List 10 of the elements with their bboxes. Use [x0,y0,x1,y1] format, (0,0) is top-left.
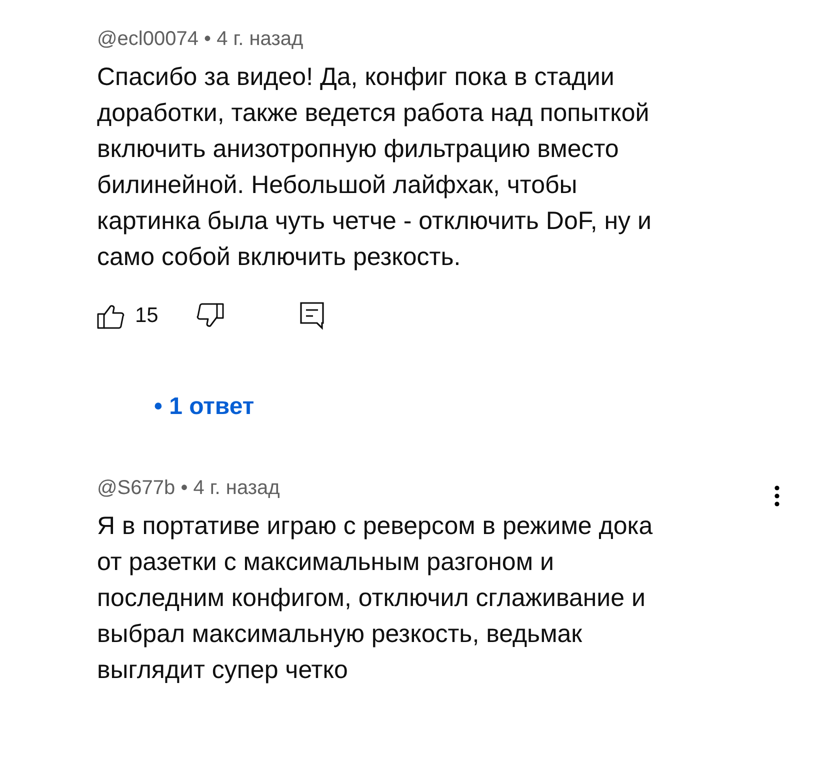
replies-link[interactable]: • 1 ответ [154,393,254,421]
thumbs-down-icon[interactable] [196,302,224,330]
comment-meta: @S677b • 4 г. назад [97,476,280,500]
thumbs-up-icon[interactable] [97,302,125,330]
reply-icon[interactable] [300,302,324,330]
comment-meta: @ecl00074 • 4 г. назад [97,28,304,50]
comment-text: Я в портативе играю с реверсом в режиме дока от разетки с максимальным разгоном и последним конфигом, отключил сглаживание и выбрал максимальную резкость, ведьмак выглядит супер четко [97,511,654,686]
comment-text: Спасибо за видео! Да, конфиг пока в стадии доработки, также ведется работа над попыткой включить анизотропную фильтрацию вместо билинейной. Небольшой лайфхак, чтобы картинка была чуть четче - отключить DoF, ну и само собой включить резкость. [97,62,652,273]
more-menu-icon[interactable] [774,485,780,507]
like-count: 15 [135,304,158,328]
